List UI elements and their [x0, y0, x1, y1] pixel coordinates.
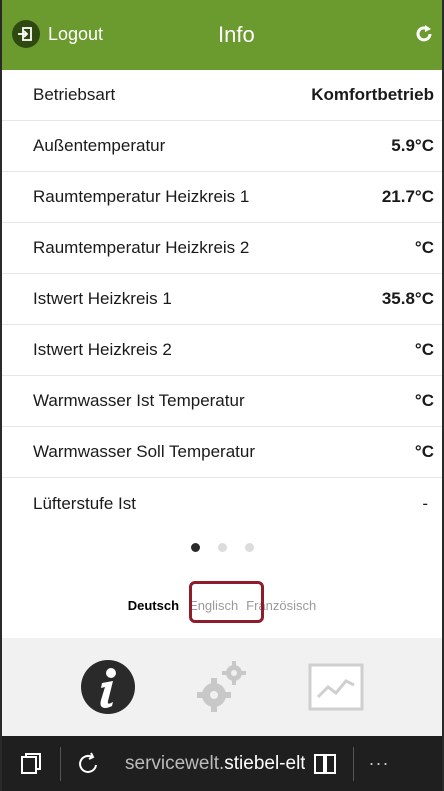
- info-list: Betriebsart Komfortbetrieb Außentemperat…: [2, 70, 442, 529]
- language-deutsch[interactable]: Deutsch: [126, 594, 181, 617]
- row-label: Istwert Heizkreis 2: [33, 340, 172, 359]
- info-icon: [81, 660, 135, 714]
- reload-icon: [79, 752, 97, 773]
- language-selector: Deutsch Englisch Französisch: [2, 594, 442, 617]
- refresh-icon: [416, 25, 432, 42]
- row-label: Warmwasser Ist Temperatur: [33, 391, 245, 410]
- footer-nav: [2, 638, 442, 736]
- page-dot-2[interactable]: [217, 543, 227, 552]
- row-value: °C: [414, 238, 434, 257]
- page-title: Info: [218, 22, 255, 47]
- row-label: Lüfterstufe Ist: [33, 493, 136, 513]
- info-row-warmwasser-ist: Warmwasser Ist Temperatur °C: [2, 376, 442, 427]
- page-indicator: [2, 543, 442, 552]
- page-dot-3[interactable]: [244, 543, 254, 552]
- logout-label: Logout: [48, 23, 104, 44]
- more-button[interactable]: ···: [354, 736, 404, 791]
- info-row-betriebsart: Betriebsart Komfortbetrieb: [2, 70, 442, 121]
- app-header: Logout Info: [2, 0, 442, 70]
- row-label: Istwert Heizkreis 1: [33, 289, 172, 308]
- row-value: 5.9°C: [391, 136, 434, 155]
- tabs-icon: [21, 752, 41, 774]
- nav-chart[interactable]: [301, 652, 371, 722]
- page-dot-1[interactable]: [190, 543, 200, 552]
- row-value: -: [422, 493, 428, 513]
- nav-info[interactable]: [73, 652, 143, 722]
- url-domain: stiebel-eltro: [224, 752, 305, 774]
- reload-button[interactable]: [61, 736, 117, 791]
- book-icon: [314, 753, 336, 774]
- row-label: Raumtemperatur Heizkreis 2: [33, 238, 250, 257]
- row-value: °C: [414, 391, 434, 410]
- info-row-istwert-hk2: Istwert Heizkreis 2 °C: [2, 325, 442, 376]
- row-label: Raumtemperatur Heizkreis 1: [33, 187, 250, 206]
- row-value: 35.8°C: [381, 289, 434, 308]
- refresh-button[interactable]: [410, 18, 438, 50]
- row-value: °C: [414, 340, 434, 359]
- browser-toolbar: servicewelt.stiebel-eltro ···: [2, 736, 442, 791]
- row-label: Warmwasser Soll Temperatur: [33, 442, 256, 461]
- row-value: Komfortbetrieb: [311, 85, 434, 104]
- logout-icon: [12, 20, 40, 48]
- info-row-raumtemperatur-hk2: Raumtemperatur Heizkreis 2 °C: [2, 223, 442, 274]
- logout-button[interactable]: Logout: [12, 18, 103, 50]
- info-row-luefterstufe: Lüfterstufe Ist -: [2, 478, 442, 529]
- url-prefix: servicewelt.: [125, 752, 225, 774]
- row-value: 21.7°C: [381, 187, 434, 206]
- reading-view-button[interactable]: [305, 736, 345, 791]
- info-row-warmwasser-soll: Warmwasser Soll Temperatur °C: [2, 427, 442, 478]
- tabs-button[interactable]: [2, 736, 60, 791]
- chart-icon: [308, 663, 364, 711]
- more-icon: ···: [368, 753, 390, 773]
- app-frame: Logout Info Betriebsart Komfortbetrieb A…: [0, 0, 444, 791]
- nav-settings[interactable]: [187, 652, 257, 722]
- language-franzoesisch[interactable]: Französisch: [244, 594, 318, 617]
- row-label: Betriebsart: [33, 85, 116, 104]
- address-bar[interactable]: servicewelt.stiebel-eltro: [125, 753, 305, 775]
- info-row-aussentemperatur: Außentemperatur 5.9°C: [2, 121, 442, 172]
- info-row-istwert-hk1: Istwert Heizkreis 1 35.8°C: [2, 274, 442, 325]
- row-label: Außentemperatur: [33, 136, 166, 155]
- settings-gears-icon: [197, 661, 246, 712]
- language-englisch[interactable]: Englisch: [187, 594, 240, 617]
- row-value: °C: [414, 442, 434, 461]
- info-row-raumtemperatur-hk1: Raumtemperatur Heizkreis 1 21.7°C: [2, 172, 442, 223]
